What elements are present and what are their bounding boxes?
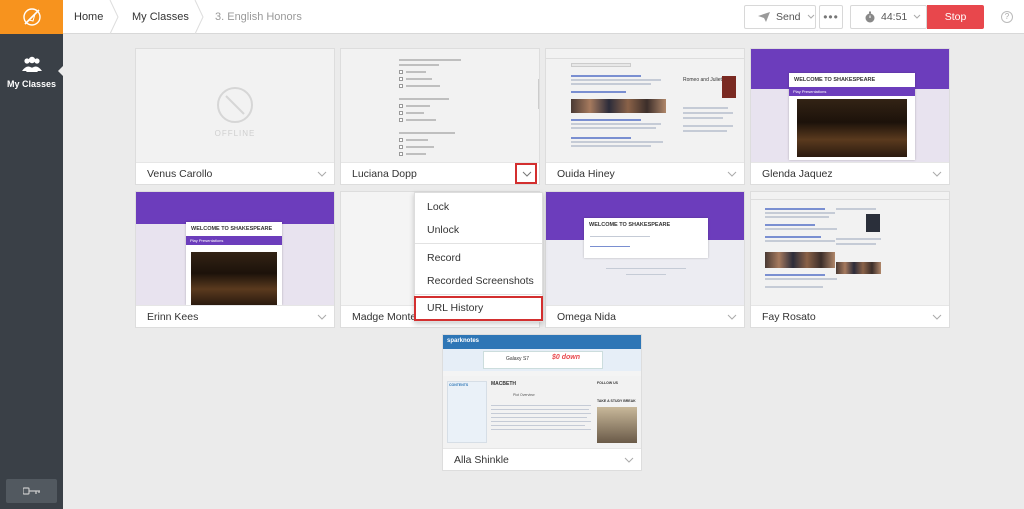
app-logo[interactable] xyxy=(0,0,63,34)
tile-footer: Erinn Kees xyxy=(136,305,334,327)
breadcrumb-home[interactable]: Home xyxy=(74,0,103,34)
top-bar: Home My Classes 3. English Honors Send •… xyxy=(63,0,1024,34)
more-options-button[interactable]: ••• xyxy=(819,5,843,29)
breadcrumb-current-class: 3. English Honors xyxy=(215,11,302,23)
chevron-down-icon[interactable] xyxy=(623,454,635,466)
slide-title: WELCOME TO SHAKESPEARE xyxy=(794,77,876,83)
contents-heading: CONTENTS xyxy=(449,383,469,387)
send-label: Send xyxy=(776,11,801,23)
timer-value: 44:51 xyxy=(881,11,908,23)
ad-text: Galaxy S7 xyxy=(506,356,530,362)
breadcrumb-separator xyxy=(194,0,204,34)
student-tile[interactable]: Luciana Dopp xyxy=(340,48,540,185)
tile-footer: Glenda Jaquez xyxy=(751,162,949,184)
follow-us-label: FOLLOW US xyxy=(597,381,618,385)
tile-footer: Ouida Hiney xyxy=(546,162,744,184)
screen-thumbnail[interactable]: Romeo and Juliet xyxy=(546,49,744,162)
article-heading: MACBETH xyxy=(491,381,516,387)
screen-thumbnail[interactable]: WELCOME TO SHAKESPEARE Play Presentation… xyxy=(136,192,334,305)
slide-title: WELCOME TO SHAKESPEARE xyxy=(191,226,273,232)
chevron-down-icon[interactable] xyxy=(316,311,328,323)
offline-label: OFFLINE xyxy=(214,129,256,138)
slide-title: WELCOME TO SHAKESPEARE xyxy=(589,222,671,228)
chevron-highlight xyxy=(515,163,537,184)
screen-thumbnail[interactable] xyxy=(341,49,539,162)
tile-footer: Omega Nida xyxy=(546,305,744,327)
send-button[interactable]: Send xyxy=(744,5,816,29)
chevron-down-icon[interactable] xyxy=(726,311,738,323)
student-tile[interactable]: Fay Rosato xyxy=(750,191,950,328)
stop-button[interactable]: Stop xyxy=(927,5,984,29)
student-name: Omega Nida xyxy=(557,311,616,323)
tile-footer: Alla Shinkle xyxy=(443,448,641,470)
chevron-down-icon xyxy=(807,14,814,19)
student-name: Alla Shinkle xyxy=(454,454,509,466)
sidebar-item-label: My Classes xyxy=(6,79,57,89)
sidebar-item-my-classes[interactable]: My Classes xyxy=(0,56,63,89)
screen-thumbnail[interactable]: WELCOME TO SHAKESPEARE xyxy=(546,192,744,305)
menu-divider xyxy=(415,243,542,244)
student-tile[interactable]: WELCOME TO SHAKESPEARE Play Presentation… xyxy=(135,191,335,328)
student-tile[interactable]: Romeo and Juliet Ouida Hiney xyxy=(545,48,745,185)
timer-dropdown[interactable]: 44:51 xyxy=(850,5,927,29)
menu-item-unlock[interactable]: Unlock xyxy=(415,219,542,241)
active-indicator xyxy=(58,66,63,76)
slide-subtitle: Play Presentations xyxy=(186,236,282,245)
paper-plane-icon xyxy=(758,12,770,22)
chevron-down-icon[interactable] xyxy=(931,168,943,180)
users-icon xyxy=(21,56,42,72)
chevron-down-icon[interactable] xyxy=(931,311,943,323)
help-icon[interactable]: ? xyxy=(1001,11,1013,23)
student-actions-menu: Lock Unlock Record Recorded Screenshots … xyxy=(414,192,543,322)
chevron-down-icon[interactable] xyxy=(316,168,328,180)
menu-item-recorded-screenshots[interactable]: Recorded Screenshots xyxy=(415,270,542,292)
plot-overview-label: Plot Overview xyxy=(513,393,535,397)
menu-item-lock[interactable]: Lock xyxy=(415,196,542,218)
knowledge-panel-title: Romeo and Juliet xyxy=(683,77,722,83)
student-tile[interactable]: OFFLINE Venus Carollo xyxy=(135,48,335,185)
key-icon xyxy=(22,487,40,495)
student-tile[interactable]: sparknotes Galaxy S7 $0 down CONTENTS MA… xyxy=(442,334,642,471)
sparknotes-logo: sparknotes xyxy=(447,338,480,344)
study-break-label: TAKE A STUDY BREAK xyxy=(597,399,636,403)
menu-item-record[interactable]: Record xyxy=(415,247,542,269)
student-name: Fay Rosato xyxy=(762,311,816,323)
tile-footer: Luciana Dopp xyxy=(341,162,539,184)
screen-thumbnail[interactable] xyxy=(751,192,949,305)
sidebar: My Classes xyxy=(0,0,63,509)
url-history-highlight xyxy=(414,296,543,321)
student-name: Madge Monte xyxy=(352,311,417,323)
tile-footer: Fay Rosato xyxy=(751,305,949,327)
menu-divider xyxy=(415,294,542,295)
breadcrumb-separator xyxy=(109,0,119,34)
student-name: Erinn Kees xyxy=(147,311,199,323)
stopwatch-icon xyxy=(865,11,875,23)
slide-subtitle: Play Presentations xyxy=(789,87,915,96)
student-name: Ouida Hiney xyxy=(557,168,615,180)
student-name: Luciana Dopp xyxy=(352,168,417,180)
chevron-down-icon xyxy=(913,14,921,19)
student-tile[interactable]: WELCOME TO SHAKESPEARE Omega Nida xyxy=(545,191,745,328)
student-name: Glenda Jaquez xyxy=(762,168,833,180)
screen-thumbnail[interactable]: OFFLINE xyxy=(136,49,334,162)
offline-icon xyxy=(217,87,253,123)
screen-thumbnail[interactable]: sparknotes Galaxy S7 $0 down CONTENTS MA… xyxy=(443,335,641,448)
student-tile[interactable]: WELCOME TO SHAKESPEARE Play Presentation… xyxy=(750,48,950,185)
breadcrumb-my-classes[interactable]: My Classes xyxy=(132,0,189,34)
student-name: Venus Carollo xyxy=(147,168,213,180)
key-button[interactable] xyxy=(6,479,57,503)
ad-price: $0 down xyxy=(552,354,581,361)
chevron-down-icon[interactable] xyxy=(726,168,738,180)
compass-logo-icon xyxy=(22,8,41,26)
tile-footer: Venus Carollo xyxy=(136,162,334,184)
screen-thumbnail[interactable]: WELCOME TO SHAKESPEARE Play Presentation… xyxy=(751,49,949,162)
